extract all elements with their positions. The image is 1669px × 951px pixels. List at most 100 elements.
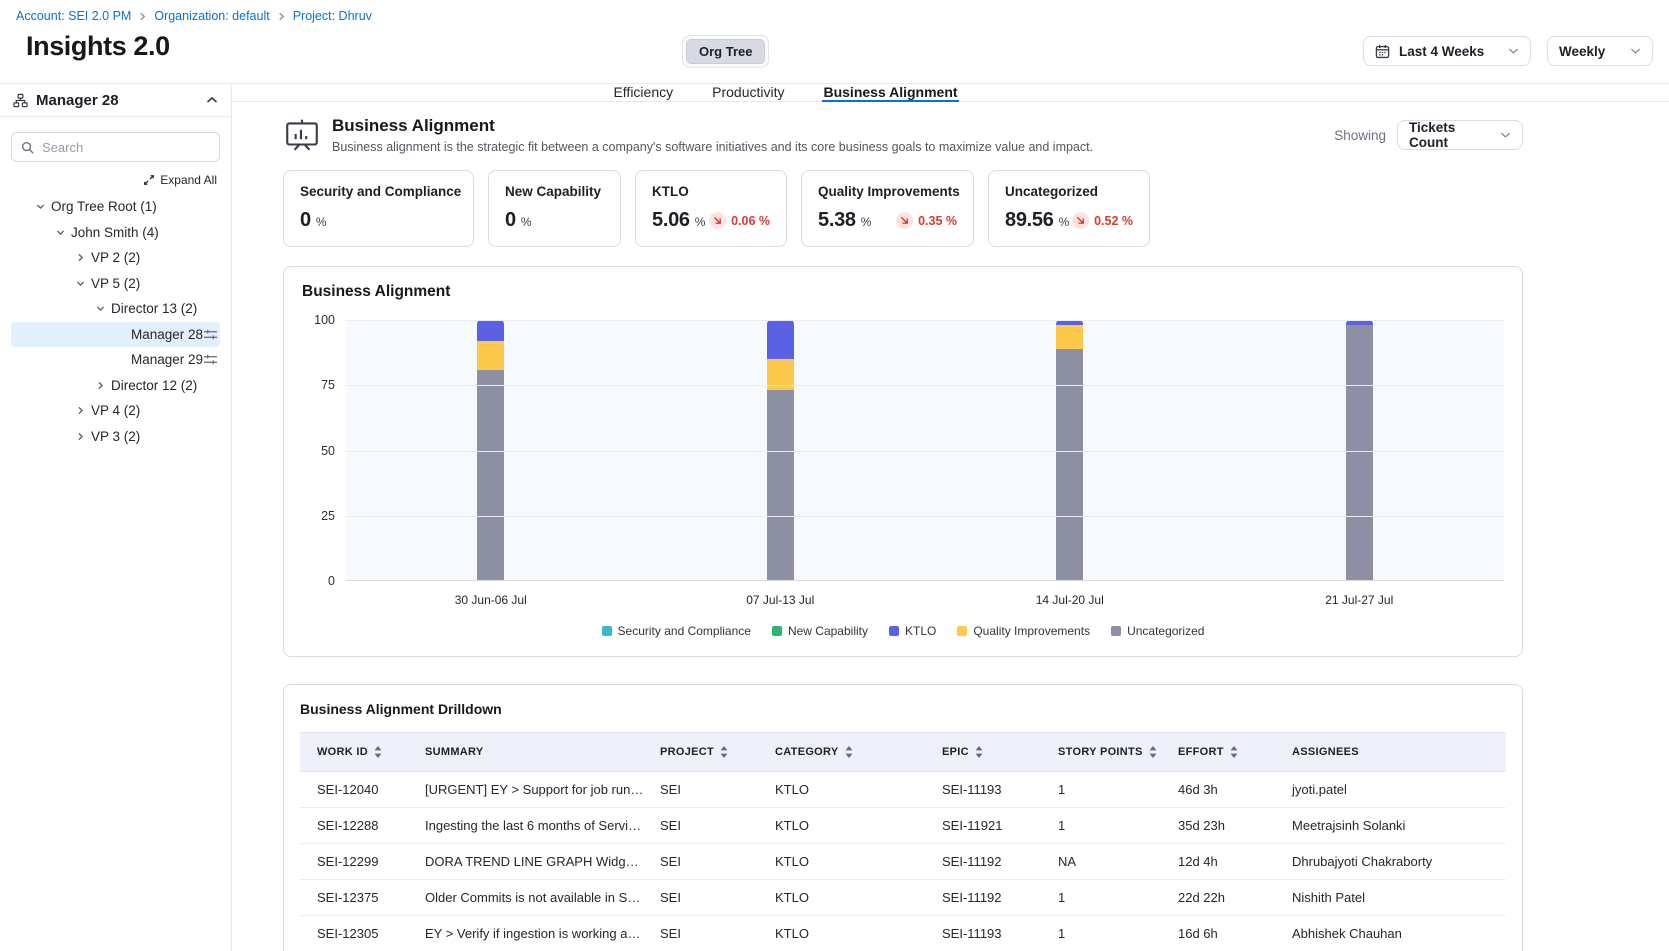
column-header[interactable]: EFFORT [1170,733,1284,772]
org-tree-button[interactable]: Org Tree [686,39,765,64]
table-row[interactable]: SEI-12299DORA TREND LINE GRAPH Widgets i… [300,844,1506,880]
legend-item[interactable]: KTLO [889,624,936,638]
tree-chevron-icon[interactable] [34,201,47,212]
table-cell: 1 [1050,916,1170,951]
column-header[interactable]: EPIC [934,733,1050,772]
table-cell: Nishith Patel [1284,880,1506,916]
tab-productivity[interactable]: Productivity [711,84,785,102]
legend-label: KTLO [905,624,936,638]
table-cell: KTLO [767,880,934,916]
column-header[interactable]: SUMMARY [417,733,652,772]
table-row[interactable]: SEI-12375Older Commits is not available … [300,880,1506,916]
breadcrumb-account-link[interactable]: Account: SEI 2.0 PM [16,9,131,23]
kpi-trend-badge: 0.06 % [709,212,770,229]
legend-item[interactable]: Quality Improvements [957,624,1090,638]
table-cell: 16d 6h [1170,916,1284,951]
granularity-select[interactable]: Weekly [1547,36,1653,66]
tree-chevron-icon[interactable] [94,380,107,391]
org-hierarchy-icon [13,93,28,108]
sort-icon[interactable] [374,746,382,758]
tree-item[interactable]: Director 12 (2) [11,373,220,399]
column-header[interactable]: STORY POINTS [1050,733,1170,772]
tree-item[interactable]: John Smith (4) [11,220,220,246]
tree-chevron-icon[interactable] [74,431,87,442]
legend-swatch [772,626,782,636]
table-cell: KTLO [767,844,934,880]
showing-select[interactable]: Tickets Count [1397,120,1523,150]
column-header-label: WORK ID [317,746,368,758]
sort-icon[interactable] [975,746,983,758]
gridline [346,385,1504,386]
expand-all-icon [143,174,155,186]
kpi-cards: Security and Compliance 0 % New Capabili… [283,170,1523,247]
calendar-icon [1375,44,1390,59]
table-row[interactable]: SEI-12305EY > Verify if ingestion is wor… [300,916,1506,951]
kpi-value: 89.56 [1005,209,1054,232]
tab-efficiency[interactable]: Efficiency [612,84,674,102]
table-row[interactable]: SEI-12288Ingesting the last 6 months of … [300,808,1506,844]
tree-chevron-icon[interactable] [74,278,87,289]
legend-item[interactable]: Security and Compliance [602,624,751,638]
tree-item[interactable]: VP 5 (2) [11,271,220,297]
kpi-card: KTLO 5.06 % 0.06 % [635,170,787,247]
y-axis: 0255075100 [302,320,338,581]
table-cell: Abhishek Chauhan [1284,916,1506,951]
breadcrumb-project-link[interactable]: Project: Dhruv [293,9,372,23]
breadcrumb-organization-link[interactable]: Organization: default [154,9,269,23]
table-row[interactable]: SEI-12040[URGENT] EY > Support for job r… [300,772,1506,808]
tree-chevron-icon[interactable] [74,252,87,263]
tree-chevron-icon[interactable] [94,303,107,314]
trend-down-icon [1072,212,1089,229]
column-header-label: CATEGORY [775,746,839,758]
tree-item[interactable]: VP 3 (2) [11,424,220,450]
tree-item[interactable]: Manager 29 [11,347,220,373]
tree-item[interactable]: Org Tree Root (1) [11,194,220,220]
table-cell: [URGENT] EY > Support for job run par... [417,772,652,808]
table-cell: jyoti.patel [1284,772,1506,808]
table-cell: SEI-11921 [934,808,1050,844]
sort-icon[interactable] [720,746,728,758]
x-axis-label: 07 Jul-13 Jul [636,593,926,607]
column-header[interactable]: CATEGORY [767,733,934,772]
table-cell: SEI-12299 [300,844,417,880]
filter-sliders-icon[interactable] [203,328,218,341]
column-header[interactable]: WORK ID [300,733,417,772]
expand-all-button[interactable]: Expand All [14,173,217,187]
trend-down-icon [709,212,726,229]
column-header-label: EFFORT [1178,746,1224,758]
x-axis-label: 21 Jul-27 Jul [1215,593,1505,607]
column-header[interactable]: ASSIGNEES [1284,733,1506,772]
org-tree-sidebar: Manager 28 Expand All [0,84,232,951]
table-cell: SEI-11192 [934,844,1050,880]
tree-chevron-icon[interactable] [74,405,87,416]
sort-icon[interactable] [1230,746,1238,758]
tree-item-label: Director 13 (2) [111,301,197,316]
column-header[interactable]: PROJECT [652,733,767,772]
sort-icon[interactable] [1149,746,1157,758]
date-range-select[interactable]: Last 4 Weeks [1363,36,1531,66]
x-axis-label: 14 Jul-20 Jul [925,593,1215,607]
bar-segment [1346,325,1373,581]
kpi-value: 5.06 [652,209,690,232]
kpi-card: New Capability 0 % [488,170,621,247]
table-cell: 46d 3h [1170,772,1284,808]
tree-item[interactable]: Director 13 (2) [11,296,220,322]
tree-item[interactable]: VP 4 (2) [11,398,220,424]
filter-sliders-icon[interactable] [203,353,218,366]
table-cell: SEI-12040 [300,772,417,808]
tab-business-alignment[interactable]: Business Alignment [822,84,958,102]
kpi-unit: % [695,215,706,229]
legend-item[interactable]: Uncategorized [1111,624,1204,638]
legend-label: Security and Compliance [618,624,751,638]
sort-icon[interactable] [845,746,853,758]
chevron-up-icon[interactable] [206,96,218,104]
tree-item[interactable]: Manager 28 [11,322,220,348]
kpi-trend-badge: 0.35 % [896,212,957,229]
search-input[interactable] [42,140,218,155]
sidebar-header[interactable]: Manager 28 [0,84,231,117]
tree-item-label: VP 2 (2) [91,250,140,265]
legend-item[interactable]: New Capability [772,624,868,638]
tree-chevron-icon[interactable] [54,227,67,238]
tree-item[interactable]: VP 2 (2) [11,245,220,271]
table-cell: SEI [652,880,767,916]
